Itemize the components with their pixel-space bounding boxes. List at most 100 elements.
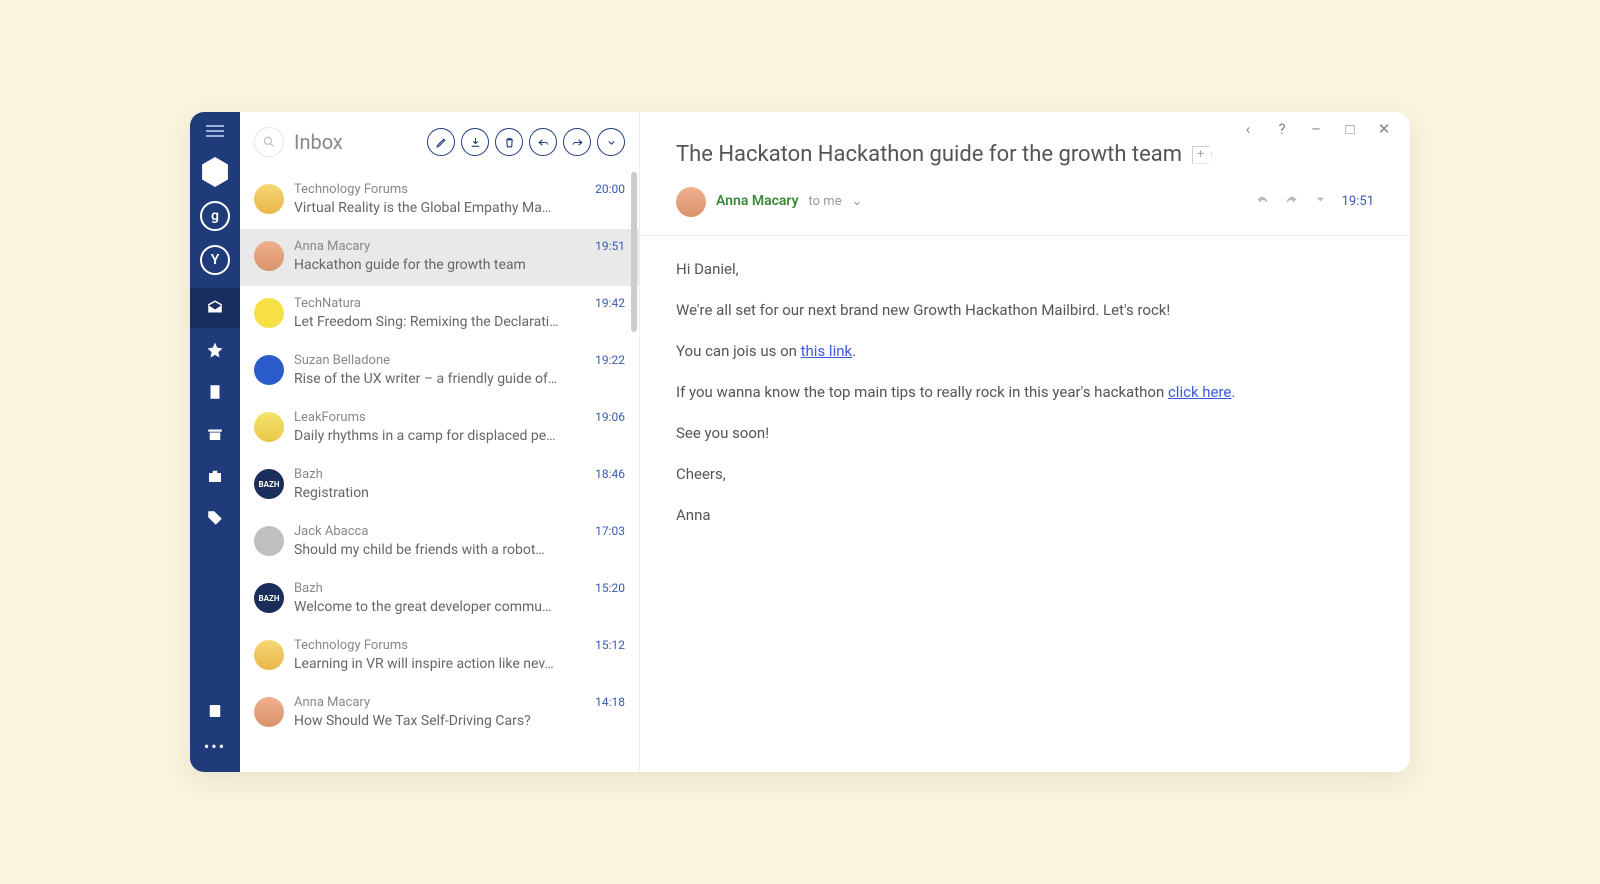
account-contacts[interactable] xyxy=(198,155,232,189)
sender-avatar xyxy=(676,187,706,217)
message-avatar xyxy=(254,184,284,214)
message-time: 19:51 xyxy=(595,239,625,253)
message-time: 15:12 xyxy=(595,638,625,652)
search-button[interactable] xyxy=(254,127,284,157)
message-item[interactable]: Suzan Belladone 19:22 Rise of the UX write… xyxy=(240,343,639,400)
reply-icon[interactable] xyxy=(1255,192,1270,211)
message-avatar xyxy=(254,355,284,385)
message-item[interactable]: BAZH Bazh 18:46 Registration xyxy=(240,457,639,514)
folder-title: Inbox xyxy=(294,130,343,154)
sender-name: Anna Macary xyxy=(716,193,799,209)
message-item[interactable]: Technology Forums15:12Learning in VR wil… xyxy=(240,628,639,685)
forward-icon[interactable] xyxy=(1284,192,1299,211)
message-menu-icon[interactable] xyxy=(1313,192,1328,211)
nav-archive[interactable] xyxy=(190,414,240,454)
message-subject-preview: Hackathon guide for the growth team xyxy=(294,257,625,273)
message-time: 19:51 xyxy=(1342,194,1374,209)
nav-tags[interactable] xyxy=(190,498,240,538)
message-item[interactable]: Jack Abacca17:03Should my child be frien… xyxy=(240,514,639,571)
message-sender: Technology Forums xyxy=(294,182,408,197)
message-subject-preview: Welcome to the great developer commu… xyxy=(294,599,625,615)
message-time: 19:06 xyxy=(595,410,625,424)
body-line: You can jois us on this link. xyxy=(676,338,1374,365)
message-sender: Anna Macary xyxy=(294,695,370,710)
more-menu-button[interactable]: ••• xyxy=(198,731,232,762)
message-sender: Suzan Belladone xyxy=(294,353,390,368)
hamburger-menu-button[interactable] xyxy=(190,118,240,144)
message-subject-preview: How Should We Tax Self-Driving Cars? xyxy=(294,713,625,729)
message-avatar: BAZH xyxy=(254,583,284,613)
message-subject-preview: Rise of the UX writer – a friendly guide… xyxy=(294,371,625,387)
add-tag-button[interactable]: + xyxy=(1192,146,1212,164)
message-sender: Anna Macary xyxy=(294,239,370,254)
reply-button[interactable] xyxy=(529,128,557,156)
message-item[interactable]: LeakForums 19:06 Daily rhythms in a camp f… xyxy=(240,400,639,457)
nav-notes[interactable] xyxy=(190,372,240,412)
nav-starred[interactable] xyxy=(190,330,240,370)
message-body: Hi Daniel, We're all set for our next br… xyxy=(640,236,1410,563)
tips-link[interactable]: click here xyxy=(1168,383,1231,401)
message-subject-preview: Registration xyxy=(294,485,625,501)
message-list[interactable]: Technology Forums20:00Virtual Reality is… xyxy=(240,172,639,772)
message-subject-preview: Daily rhythms in a camp for displaced pe… xyxy=(294,428,625,444)
forward-button[interactable] xyxy=(563,128,591,156)
message-item[interactable]: Technology Forums20:00Virtual Reality is… xyxy=(240,172,639,229)
message-item[interactable]: Anna Macary 14:18 How Should We Tax Self-D… xyxy=(240,685,639,742)
body-line: See you soon! xyxy=(676,420,1374,447)
back-button[interactable]: ‹ xyxy=(1240,120,1256,138)
message-avatar xyxy=(254,412,284,442)
download-button[interactable] xyxy=(461,128,489,156)
body-line: Anna xyxy=(676,502,1374,529)
recipient-text: to me xyxy=(809,194,842,209)
list-toolbar xyxy=(427,128,625,156)
message-avatar: BAZH xyxy=(254,469,284,499)
message-sender: LeakForums xyxy=(294,410,366,425)
minimize-button[interactable]: – xyxy=(1308,120,1324,138)
sidebar: g Y ••• xyxy=(190,112,240,772)
body-line: If you wanna know the top main tips to r… xyxy=(676,379,1374,406)
message-subject-preview: Should my child be friends with a robot… xyxy=(294,542,625,558)
window-titlebar: ‹ ? – □ ✕ xyxy=(1222,112,1410,146)
message-avatar xyxy=(254,241,284,271)
scrollbar-thumb[interactable] xyxy=(631,172,637,332)
nav-inbox[interactable] xyxy=(190,288,240,328)
account-yahoo[interactable]: Y xyxy=(198,243,232,277)
nav-addressbook[interactable] xyxy=(190,691,240,731)
message-sender: Jack Abacca xyxy=(294,524,368,539)
message-sender: Bazh xyxy=(294,467,323,482)
delete-button[interactable] xyxy=(495,128,523,156)
help-button[interactable]: ? xyxy=(1274,120,1290,138)
message-item[interactable]: BAZH Bazh 15:20 Welcome to the great develo… xyxy=(240,571,639,628)
more-actions-button[interactable] xyxy=(597,128,625,156)
account-google[interactable]: g xyxy=(198,199,232,233)
compose-button[interactable] xyxy=(427,128,455,156)
message-time: 20:00 xyxy=(595,182,625,196)
message-avatar xyxy=(254,640,284,670)
message-item[interactable]: TechNatura19:42Let Freedom Sing: Remixin… xyxy=(240,286,639,343)
message-time: 15:20 xyxy=(595,581,625,595)
maximize-button[interactable]: □ xyxy=(1342,120,1358,138)
message-sender: Technology Forums xyxy=(294,638,408,653)
body-line: Cheers, xyxy=(676,461,1374,488)
message-meta: Anna Macary to me ⌄ 19:51 xyxy=(640,181,1410,236)
message-subject-preview: Let Freedom Sing: Remixing the Declarati… xyxy=(294,314,625,330)
expand-recipients-icon[interactable]: ⌄ xyxy=(852,194,863,209)
message-avatar xyxy=(254,697,284,727)
close-button[interactable]: ✕ xyxy=(1376,120,1392,138)
message-list-pane: Inbox Technology Forums20:00Virtual Real… xyxy=(240,112,640,772)
message-time: 18:46 xyxy=(595,467,625,481)
message-time: 19:22 xyxy=(595,353,625,367)
message-avatar xyxy=(254,526,284,556)
message-subject: The Hackaton Hackathon guide for the gro… xyxy=(676,142,1182,167)
message-item[interactable]: Anna Macary 19:51 Hackathon guide for the … xyxy=(240,229,639,286)
body-line: We're all set for our next brand new Gro… xyxy=(676,297,1374,324)
sidebar-nav xyxy=(190,288,240,538)
reading-pane: ‹ ? – □ ✕ The Hackaton Hackathon guide f… xyxy=(640,112,1410,772)
list-header: Inbox xyxy=(240,112,639,172)
nav-work[interactable] xyxy=(190,456,240,496)
message-sender: Bazh xyxy=(294,581,323,596)
message-time: 19:42 xyxy=(595,296,625,310)
join-link[interactable]: this link xyxy=(801,342,852,360)
app-window: g Y ••• xyxy=(190,112,1410,772)
message-time: 14:18 xyxy=(595,695,625,709)
